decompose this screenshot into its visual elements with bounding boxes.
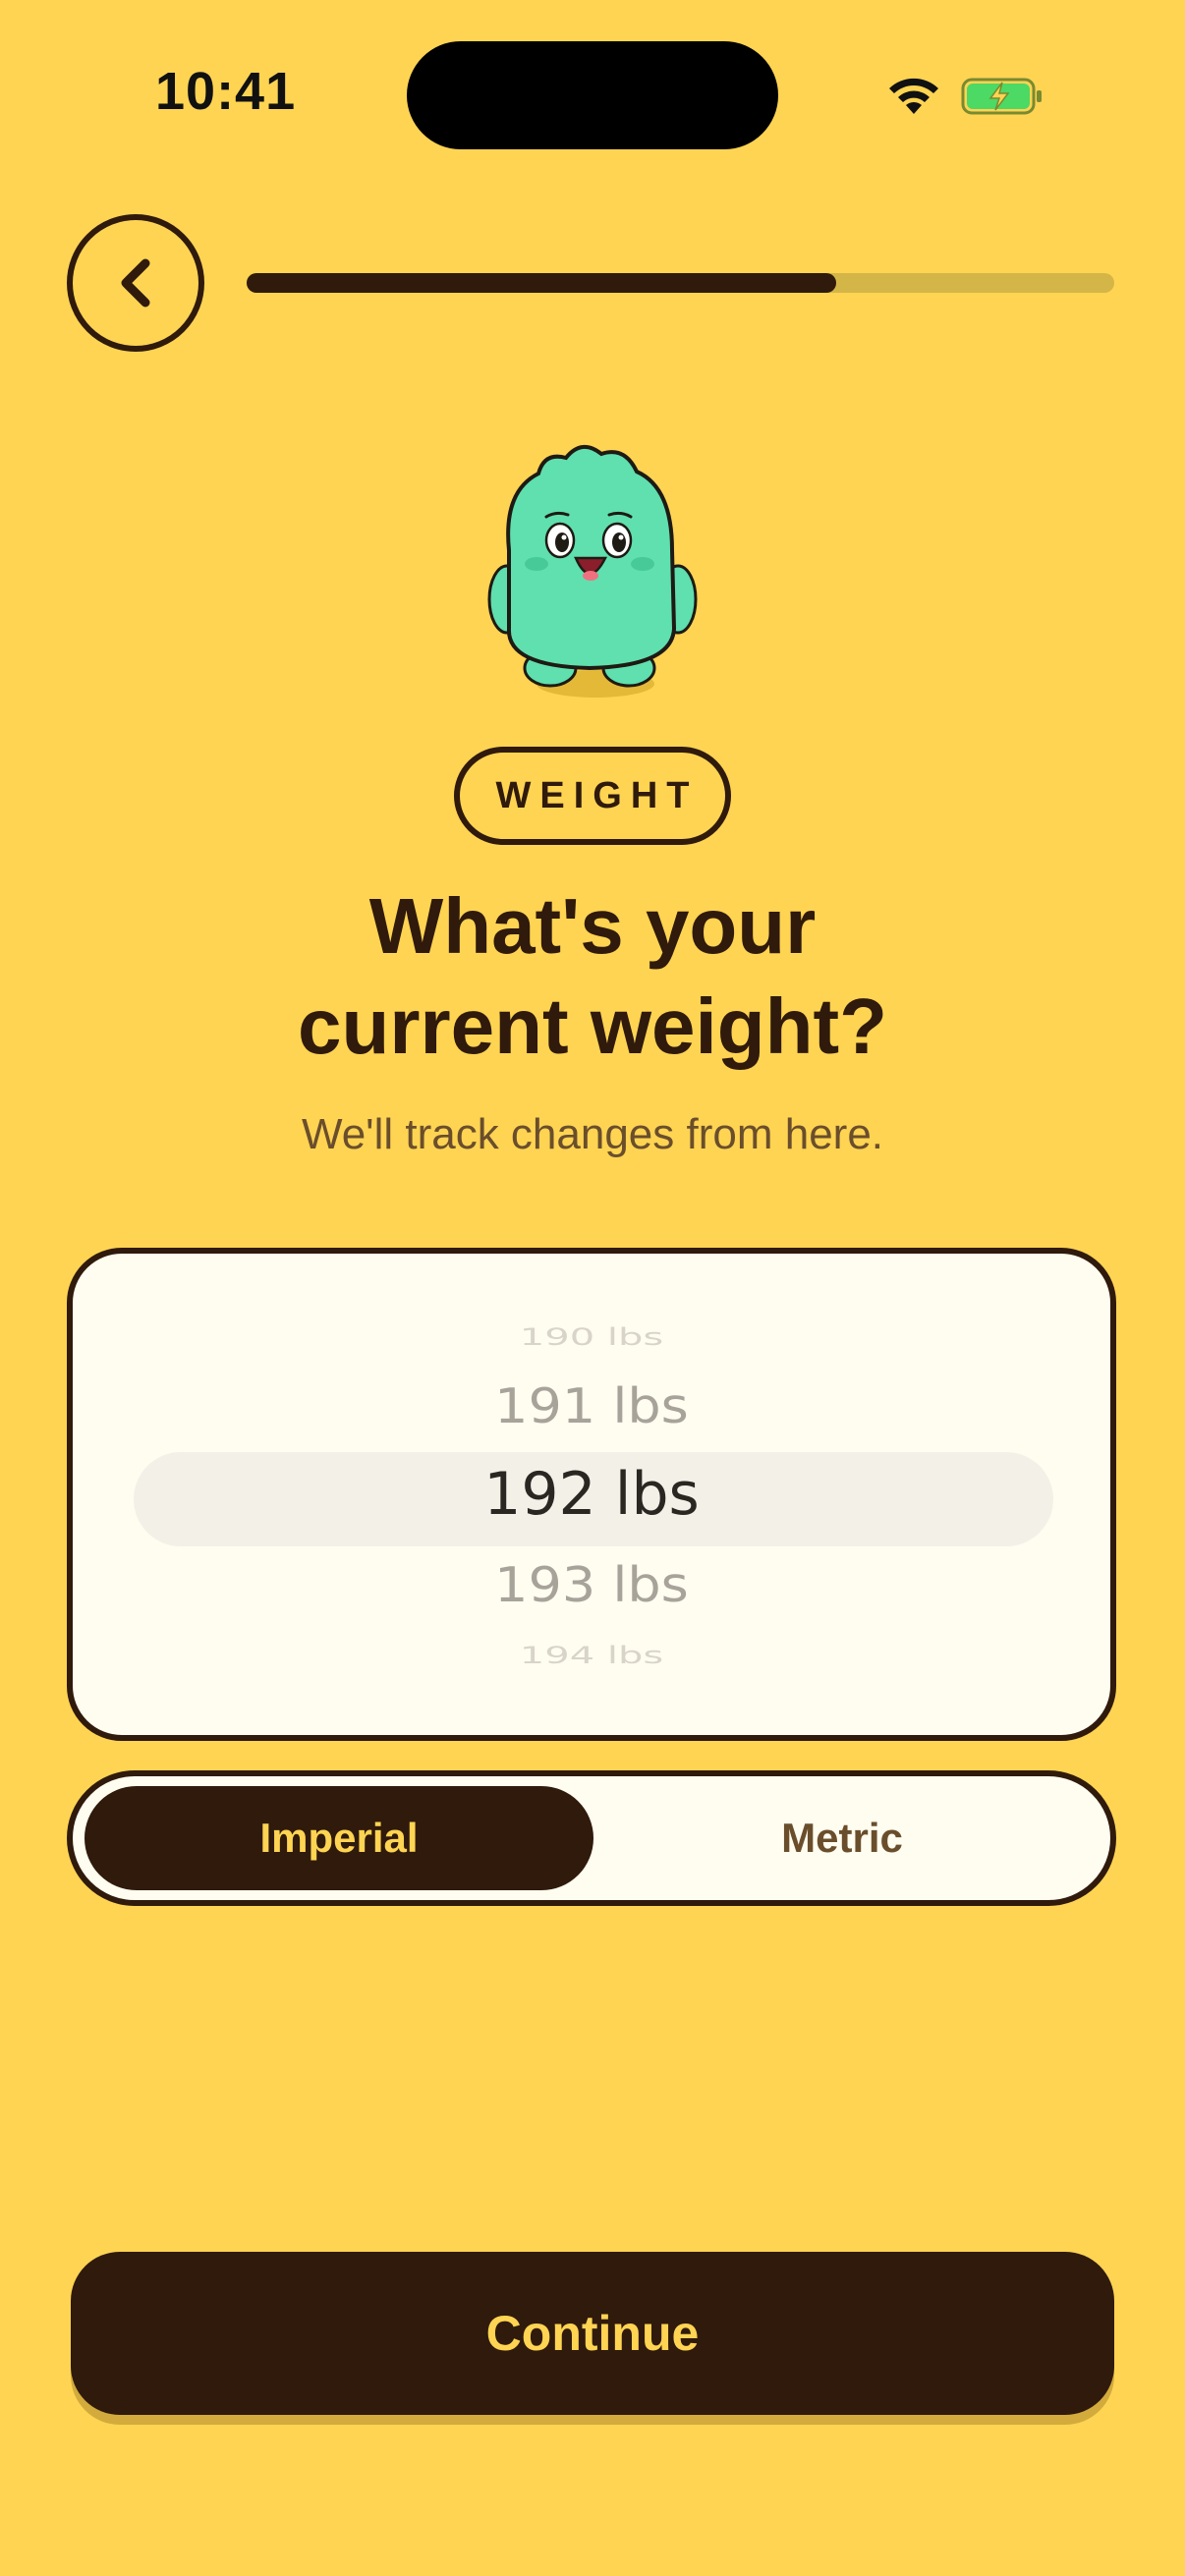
battery-charging-icon bbox=[961, 78, 1042, 115]
chevron-left-icon bbox=[121, 258, 150, 308]
progress-bar bbox=[247, 273, 1114, 293]
imperial-option[interactable]: Imperial bbox=[85, 1786, 593, 1890]
status-time: 10:41 bbox=[155, 62, 297, 121]
green-monster-mascot bbox=[487, 445, 698, 698]
title-line-1: What's your bbox=[368, 882, 817, 970]
unit-toggle: Imperial Metric bbox=[67, 1770, 1116, 1906]
page-subtitle: We'll track changes from here. bbox=[301, 1110, 884, 1158]
progress-fill bbox=[247, 273, 837, 293]
picker-option[interactable]: 190 lbs bbox=[73, 1323, 1110, 1351]
continue-button[interactable]: Continue bbox=[71, 2252, 1114, 2415]
title-line-2: current weight? bbox=[297, 982, 888, 1070]
dynamic-island bbox=[407, 41, 778, 149]
back-button[interactable] bbox=[67, 214, 204, 352]
picker-option[interactable]: 194 lbs bbox=[73, 1642, 1110, 1669]
section-tag: WEIGHT bbox=[454, 747, 731, 845]
picker-option[interactable]: 193 lbs bbox=[73, 1557, 1110, 1613]
weight-picker[interactable]: 190 lbs 191 lbs 192 lbs 193 lbs 194 lbs bbox=[67, 1248, 1116, 1741]
picker-option[interactable]: 191 lbs bbox=[73, 1378, 1110, 1434]
metric-option[interactable]: Metric bbox=[588, 1786, 1097, 1890]
wifi-icon bbox=[889, 78, 938, 114]
page-title: What's your current weight? bbox=[0, 876, 1185, 1077]
picker-option-selected[interactable]: 192 lbs bbox=[73, 1460, 1110, 1529]
